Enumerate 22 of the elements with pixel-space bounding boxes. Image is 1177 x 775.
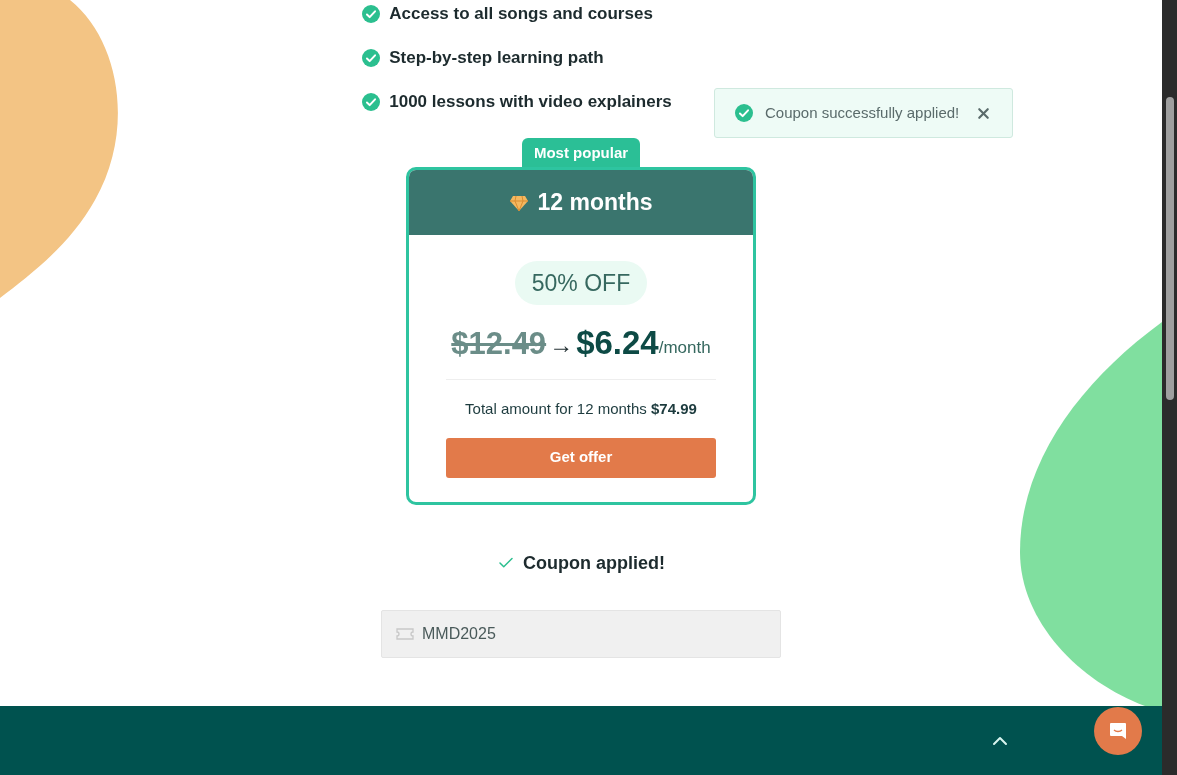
coupon-status: Coupon applied! — [523, 551, 665, 575]
check-circle-icon — [362, 49, 381, 67]
feature-text: Access to all songs and courses — [389, 3, 653, 25]
scrollbar-thumb[interactable] — [1165, 97, 1174, 400]
feature-text: Step-by-step learning path — [389, 47, 604, 69]
price: $6.24 — [576, 323, 659, 363]
arrow-text: → — [549, 330, 574, 360]
ticket-icon — [396, 627, 414, 640]
check-circle-icon — [362, 93, 381, 111]
plan-title: 12 months — [537, 188, 653, 218]
price-unit: /month — [658, 338, 711, 359]
feature-text: 1000 lessons with video explainers — [389, 91, 672, 113]
old-price: $12.49 — [451, 325, 547, 363]
discount-badge: 50% OFF — [514, 261, 648, 305]
check-circle-icon — [735, 104, 753, 122]
chat-icon — [1108, 721, 1128, 741]
check-circle-icon — [362, 5, 381, 23]
most-popular-badge: Most popular — [521, 138, 641, 169]
scrollbar[interactable] — [1162, 0, 1177, 775]
coupon-field[interactable]: MMD2025 — [381, 609, 781, 658]
total-amount: Total amount for 12 months $74.99 — [465, 399, 697, 419]
toast-message: Coupon successfully applied! — [765, 102, 961, 123]
